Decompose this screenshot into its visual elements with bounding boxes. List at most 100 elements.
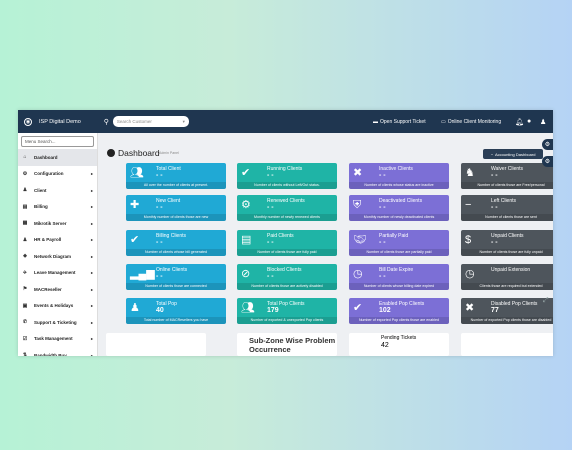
stat-card-footer: Number of clients without Left/Out statu… — [237, 182, 337, 189]
stat-card-deactivated-clients[interactable]: ⛨ Deactivated Clients - - Monthly number of… — [349, 195, 449, 221]
stat-card-blocked-clients[interactable]: ⊘ Blocked Clients - - Number of clients tho… — [237, 264, 337, 290]
settings-gear-icon[interactable]: ⚙ — [542, 139, 553, 150]
sidebar-item-label: MACReseller — [34, 286, 62, 292]
stat-card-footer: Number of clients those are connected — [126, 283, 226, 290]
stat-card-value: - - — [267, 273, 274, 280]
online-client-monitoring-label: Online Client Monitoring — [447, 118, 502, 125]
main-content: Dashboard Admin Panel ◔ Accounting Dashb… — [98, 133, 553, 356]
user-slash-icon: ⊘ — [241, 268, 251, 280]
chevron-right-icon: ▸ — [90, 220, 93, 226]
sidebar-item-network-diagram[interactable]: ◈ Network Diagram ▸ — [18, 248, 97, 265]
chevron-down-icon: ▾ — [182, 118, 185, 124]
calendar-icon: ▣ — [22, 302, 28, 309]
pending-tickets-card[interactable]: Pending Tickets 42 — [349, 333, 449, 356]
stat-card-left-clients[interactable]: − Left Clients - - Number of clients those … — [461, 195, 553, 221]
dollar-icon: $ — [465, 234, 472, 246]
gear-icon: ⚙ — [22, 170, 28, 177]
menu-search-input[interactable]: Menu Search... — [21, 136, 94, 147]
stat-card-unpaid-extension[interactable]: ◷ Unpaid Extension Clients those are requi… — [461, 264, 553, 290]
stat-card-footer: Number of clients those are sent — [461, 214, 553, 221]
subzone-widget: Sub-Zone Wise Problem Occurrence — [237, 333, 337, 356]
sidebar-item-leave-management[interactable]: ✈ Leave Management ▸ — [18, 265, 97, 282]
user-cog-icon: ⚙ — [241, 199, 251, 211]
stat-card-inactive-clients[interactable]: ✖ Inactive Clients - - Number of clients wh… — [349, 163, 449, 189]
sidebar-item-mikrotik-server[interactable]: ▦ Mikrotik Server ▸ — [18, 215, 97, 232]
chevron-right-icon: ▸ — [90, 319, 93, 325]
pending-tickets-value: 42 — [381, 342, 389, 349]
dashboard-gauge-icon — [107, 149, 115, 157]
sidebar-item-macreseller[interactable]: ⚑ MACReseller ▸ — [18, 281, 97, 298]
logo-icon[interactable]: ◉ — [24, 117, 32, 126]
ticket-icon — [353, 337, 369, 347]
stat-card-footer: Monthly number of newly renewed clients — [237, 214, 337, 221]
sidebar-item-dashboard[interactable]: ⌂ Dashboard — [18, 149, 97, 166]
stat-card-value: - - — [267, 172, 274, 179]
sidebar-item-configuration[interactable]: ⚙ Configuration ▸ — [18, 166, 97, 183]
chevron-right-icon: ▸ — [90, 171, 93, 177]
chevron-right-icon: ▸ — [90, 352, 93, 356]
stat-card-value: - - — [379, 172, 386, 179]
online-client-monitoring-link[interactable]: ▭ Online Client Monitoring — [441, 110, 501, 133]
stat-card-running-clients[interactable]: ✔ Running Clients - - Number of clients wit… — [237, 163, 337, 189]
settings-gear-icon[interactable]: ⚙ — [542, 156, 553, 167]
reseller-icon: ⚑ — [22, 286, 28, 293]
stat-card-total-pop-clients[interactable]: 👥︎ Total Pop Clients 179 Number of exported… — [237, 298, 337, 324]
stat-card-enabled-pop-clients[interactable]: ✔ Enabled Pop Clients 102 Number of exporte… — [349, 298, 449, 324]
sidebar-item-label: Events & Holidays — [34, 303, 74, 309]
stat-card-value: - - — [267, 204, 274, 211]
stat-card-footer: Number of exported Pop clients those are… — [461, 317, 553, 324]
stat-card-waiver-clients[interactable]: ♞ Waiver Clients - - Number of clients thos… — [461, 163, 553, 189]
stat-card-footer: Number of exported & unexported Pop clie… — [237, 317, 337, 324]
accounting-dashboard-button[interactable]: ◔ Accounting Dashboard — [483, 149, 543, 159]
sidebar-item-support-ticketing[interactable]: ✆ Support & Ticketing ▸ — [18, 314, 97, 331]
stat-card-unpaid-clients[interactable]: $ Unpaid Clients - - Number of clients thos… — [461, 230, 553, 256]
sidebar-item-task-management[interactable]: ☑ Task Management ▸ — [18, 331, 97, 348]
search-placeholder: Search Customer — [116, 119, 152, 124]
sidebar-item-events-holidays[interactable]: ▣ Events & Holidays ▸ — [18, 298, 97, 315]
stat-card-total-client[interactable]: 👥︎ Total Client - - All over the number of … — [126, 163, 226, 189]
alert-icon[interactable]: ● — [527, 110, 531, 133]
brand-name[interactable]: ISP Digital Demo — [39, 119, 81, 125]
stat-card-paid-clients[interactable]: ▤ Paid Clients - - Number of clients those … — [237, 230, 337, 256]
stat-card-value: - - — [156, 239, 163, 246]
stat-card-online-clients[interactable]: ▂▄▆ Online Clients - - Number of clients th… — [126, 264, 226, 290]
sidebar-item-label: Client — [34, 187, 47, 193]
stat-card-value: - - — [491, 239, 498, 246]
user-profile-icon[interactable]: ♟ — [540, 110, 546, 133]
sidebar-item-label: Leave Management — [34, 270, 76, 276]
users-icon: 👥︎ — [130, 167, 144, 179]
stat-card-value: - - — [267, 239, 274, 246]
sidebar-item-label: HR & Payroll — [34, 237, 62, 243]
stat-card-total-pop[interactable]: ♟ Total Pop 40 Total number of MACResellers… — [126, 298, 226, 324]
user-check-icon: ✔ — [241, 167, 251, 179]
stat-card-disabled-pop-clients[interactable]: ✖ Disabled Pop Clients 77 Number of exporte… — [461, 298, 553, 324]
stat-card-billing-clients[interactable]: ✔ Billing Clients - - Number of clients who… — [126, 230, 226, 256]
stat-card-footer: Number of clients those are Free/persona… — [461, 182, 553, 189]
sidebar-item-client[interactable]: ♟ Client ▸ — [18, 182, 97, 199]
stat-card-value: - - — [379, 239, 386, 246]
sidebar-item-billing[interactable]: ▤ Billing ▸ — [18, 199, 97, 216]
open-support-ticket-link[interactable]: ▬ Open Support Ticket — [373, 110, 426, 133]
stat-card-footer: Total number of MACResellers you have — [126, 317, 226, 324]
stat-card-renewed-clients[interactable]: ⚙ Renewed Clients - - Monthly number of new… — [237, 195, 337, 221]
sidebar-item-hr-payroll[interactable]: ♟ HR & Payroll ▸ — [18, 232, 97, 249]
stat-card-bill-date-expire[interactable]: ◷ Bill Date Expire - - Number of clients wh… — [349, 264, 449, 290]
user-clock-icon: ◷ — [353, 268, 363, 280]
stat-card-partially-paid[interactable]: 🤝︎ Partially Paid - - Number of clients tho… — [349, 230, 449, 256]
stat-card-value: - - — [491, 204, 498, 211]
search-customer-select[interactable]: Search Customer ▾ — [112, 116, 189, 127]
page-subtitle: Admin Panel — [159, 151, 179, 155]
sidebar-item-bandwidth-buy[interactable]: ⇅ Bandwidth Buy ▸ — [18, 347, 97, 356]
chevron-right-icon: ▸ — [90, 303, 93, 309]
notification-bell-icon[interactable]: 🔔︎ — [515, 110, 524, 133]
expand-icon[interactable]: ⤢ — [543, 297, 549, 305]
stat-card-new-client[interactable]: ✚ New Client - - Monthly number of clients … — [126, 195, 226, 221]
user-shield-icon: ⛨ — [353, 199, 362, 211]
stat-card-footer: Number of clients those are fully unpaid — [461, 249, 553, 256]
page-title: Dashboard — [118, 148, 160, 158]
stat-card-footer: Number of exported Pop clients those are… — [349, 317, 449, 324]
app-window: ◉ ISP Digital Demo ⚲ Search Customer ▾ ▬… — [18, 110, 553, 356]
stat-card-footer: Number of clients those are actively dis… — [237, 283, 337, 290]
stat-card-footer: Monthly number of clients those are new — [126, 214, 226, 221]
stat-card-footer: Number of clients whose status are inact… — [349, 182, 449, 189]
